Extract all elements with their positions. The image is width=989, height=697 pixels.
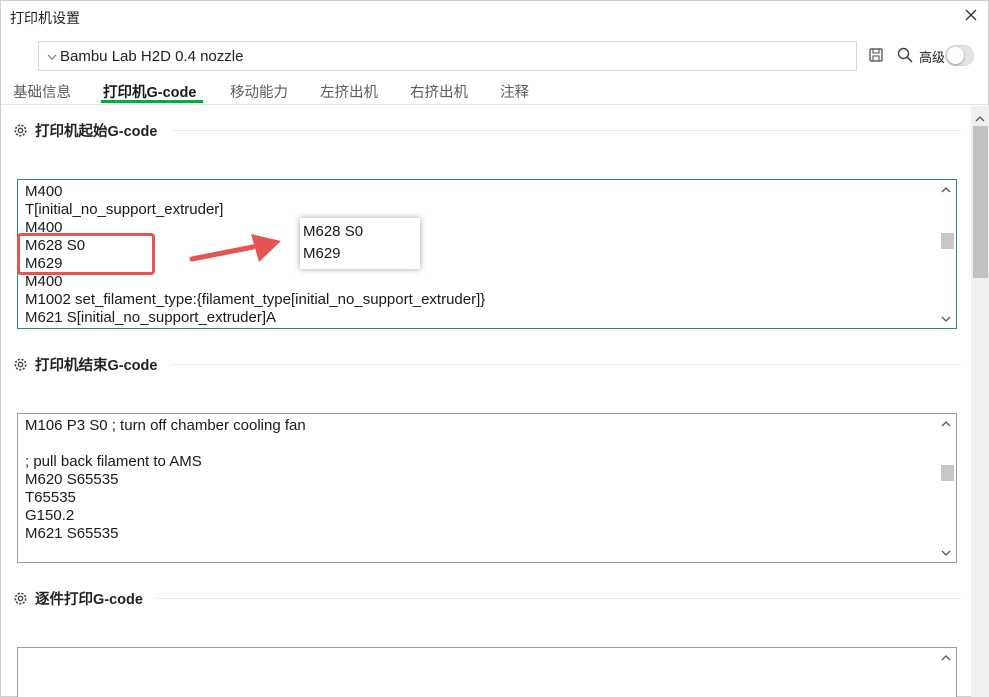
code-line: M620 S65535 — [25, 471, 119, 488]
title-bar: 打印机设置 — [1, 1, 988, 33]
annotation-highlight-box — [17, 233, 155, 275]
gear-icon — [14, 124, 27, 137]
section-start-gcode-label: 打印机起始G-code — [35, 124, 158, 140]
chevron-down-icon — [47, 54, 57, 60]
code-line: T[initial_no_support_extruder] — [25, 201, 224, 218]
search-icon[interactable] — [896, 46, 914, 64]
section-object-gcode-label: 逐件打印G-code — [35, 592, 143, 608]
section-divider — [171, 364, 961, 365]
preset-value: Bambu Lab H2D 0.4 nozzle — [60, 48, 244, 65]
object-gcode-editor[interactable] — [17, 647, 957, 697]
window-title: 打印机设置 — [10, 10, 80, 26]
tab-right-extruder[interactable]: 右挤出机 — [410, 81, 468, 102]
section-divider — [156, 598, 961, 599]
start-gcode-editor[interactable]: M400 T[initial_no_support_extruder] M400… — [17, 179, 957, 329]
scroll-down-icon[interactable] — [941, 548, 951, 558]
code-line: G150.2 — [25, 507, 75, 524]
annotation-arrow — [189, 234, 281, 262]
main-scrollbar[interactable] — [971, 106, 989, 697]
code-line: M400 — [25, 183, 63, 200]
toggle-knob — [947, 47, 964, 64]
gear-icon — [14, 592, 27, 605]
scroll-thumb[interactable] — [973, 126, 988, 278]
tab-bar: 基础信息 打印机G-code 移动能力 左挤出机 右挤出机 注释 — [1, 79, 988, 105]
code-line: M400 — [25, 273, 63, 290]
section-end-gcode-label: 打印机结束G-code — [35, 358, 158, 374]
scroll-thumb[interactable] — [941, 465, 954, 481]
end-gcode-editor[interactable]: M106 P3 S0 ; turn off chamber cooling fa… — [17, 413, 957, 563]
close-icon[interactable] — [962, 6, 980, 24]
editor-scrollbar[interactable] — [938, 415, 954, 561]
printer-settings-dialog: 打印机设置 Bambu Lab H2D 0.4 nozzle 高级 基础信息 打… — [0, 0, 989, 697]
tab-notes[interactable]: 注释 — [500, 81, 529, 102]
advanced-label: 高级 — [919, 50, 946, 65]
callout-line: M628 S0 — [303, 223, 364, 240]
editor-scrollbar[interactable] — [938, 649, 954, 697]
code-line: ; pull back filament to AMS — [25, 453, 202, 470]
section-divider — [171, 130, 961, 131]
printer-preset-select[interactable]: Bambu Lab H2D 0.4 nozzle — [38, 41, 857, 71]
scroll-thumb[interactable] — [941, 233, 954, 249]
code-line: M621 S65535 — [25, 525, 119, 542]
preset-row: Bambu Lab H2D 0.4 nozzle 高级 — [1, 39, 988, 73]
tab-basic-info[interactable]: 基础信息 — [13, 81, 71, 102]
scroll-down-icon[interactable] — [941, 314, 951, 324]
scroll-up-icon[interactable] — [975, 114, 985, 124]
code-line: M621 S[initial_no_support_extruder]A — [25, 309, 276, 326]
save-icon[interactable] — [868, 47, 884, 63]
gear-icon — [14, 358, 27, 371]
code-line: M1002 set_filament_type:{filament_type[i… — [25, 291, 486, 308]
annotation-callout: M628 S0 M629 — [300, 218, 420, 269]
scroll-up-icon[interactable] — [941, 419, 951, 429]
scroll-up-icon[interactable] — [941, 653, 951, 663]
editor-scrollbar[interactable] — [938, 181, 954, 327]
active-tab-indicator — [101, 100, 203, 103]
callout-line: M629 — [303, 245, 341, 262]
scroll-up-icon[interactable] — [941, 185, 951, 195]
code-line: T65535 — [25, 489, 76, 506]
tab-printer-gcode[interactable]: 打印机G-code — [103, 81, 196, 102]
advanced-toggle[interactable] — [945, 45, 974, 66]
tab-left-extruder[interactable]: 左挤出机 — [320, 81, 378, 102]
tab-motion-ability[interactable]: 移动能力 — [230, 81, 288, 102]
code-line: M106 P3 S0 ; turn off chamber cooling fa… — [25, 417, 306, 434]
settings-content: 打印机起始G-code M400 T[initial_no_support_ex… — [1, 106, 971, 697]
